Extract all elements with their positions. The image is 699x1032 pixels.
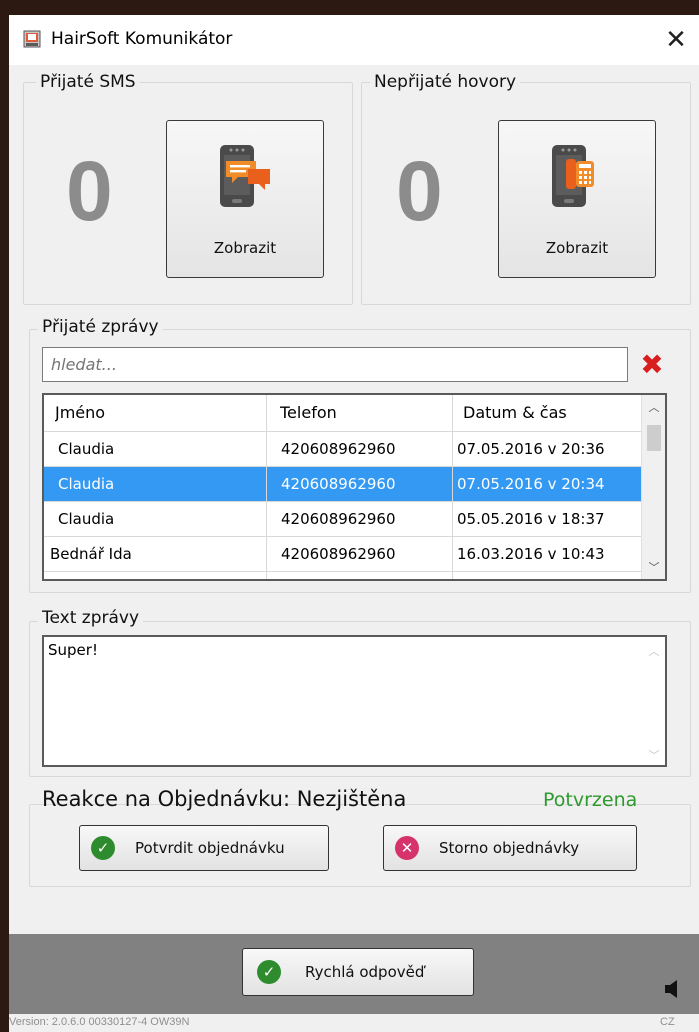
message-text-scrollbar[interactable]: ︿ ﹀: [643, 637, 665, 765]
clear-search-icon[interactable]: ✖: [637, 348, 667, 381]
close-icon[interactable]: ✕: [659, 23, 693, 57]
row-phone: 420608962960: [281, 475, 396, 493]
cancel-circle-icon: ✕: [395, 836, 419, 860]
bottom-bar: ✓ Rychlá odpověď: [9, 934, 699, 1014]
version-text: Version: 2.0.6.0 00330127-4 OW39N: [9, 1016, 190, 1028]
cancel-order-button[interactable]: ✕ Storno objednávky: [383, 825, 637, 871]
check-circle-icon: ✓: [91, 836, 115, 860]
quick-reply-label: Rychlá odpověď: [305, 963, 425, 981]
table-row[interactable]: Claudia 420608962960 07.05.2016 v 20:36: [44, 432, 641, 466]
column-header-name[interactable]: Jméno: [55, 395, 265, 431]
show-sms-button[interactable]: Zobrazit: [166, 120, 324, 278]
messages-group-label: Přijaté zprávy: [38, 317, 163, 337]
calls-count: 0: [396, 144, 443, 238]
window-title: HairSoft Komunikátor: [51, 29, 233, 49]
row-name: Claudia: [58, 440, 115, 458]
message-text-area[interactable]: Super! ︿ ﹀: [42, 635, 667, 767]
table-divider: [44, 571, 641, 572]
table-row[interactable]: Bednář Ida 420608962960 16.03.2016 v 10:…: [44, 537, 641, 571]
scroll-up-icon[interactable]: ︿: [643, 643, 665, 659]
show-calls-button[interactable]: Zobrazit: [498, 120, 656, 278]
row-name: Claudia: [58, 510, 115, 528]
row-phone: 420608962960: [281, 510, 396, 528]
status-bar: Version: 2.0.6.0 00330127-4 OW39N CZ: [9, 1014, 699, 1032]
sms-group-label: Přijaté SMS: [36, 72, 140, 92]
table-row[interactable]: Claudia 420608962960 05.05.2016 v 18:37: [44, 502, 641, 536]
speaker-icon[interactable]: [665, 980, 679, 998]
row-datetime: 16.03.2016 v 10:43: [457, 545, 605, 563]
table-header: Jméno Telefon Datum & čas: [44, 395, 641, 431]
check-circle-icon: ✓: [257, 960, 281, 984]
sms-count: 0: [66, 144, 113, 238]
row-phone: 420608962960: [281, 545, 396, 563]
cancel-order-label: Storno objednávky: [439, 839, 580, 857]
message-text-value: Super!: [48, 641, 98, 659]
calls-group-label: Nepřijaté hovory: [370, 72, 521, 92]
scroll-down-icon[interactable]: ﹀: [642, 559, 665, 575]
message-text-label: Text zprávy: [38, 608, 144, 628]
column-header-phone[interactable]: Telefon: [280, 395, 450, 431]
scroll-down-icon[interactable]: ﹀: [643, 747, 665, 763]
column-divider: [452, 395, 453, 579]
column-divider: [266, 395, 267, 579]
quick-reply-button[interactable]: ✓ Rychlá odpověď: [242, 948, 474, 996]
row-phone: 420608962960: [281, 440, 396, 458]
table-row-selected[interactable]: Claudia 420608962960 07.05.2016 v 20:34: [44, 467, 641, 501]
confirm-order-button[interactable]: ✓ Potvrdit objednávku: [79, 825, 329, 871]
show-sms-label: Zobrazit: [213, 239, 277, 257]
app-logo-icon: [23, 30, 41, 48]
row-datetime: 07.05.2016 v 20:36: [457, 440, 605, 458]
row-datetime: 07.05.2016 v 20:34: [457, 475, 605, 493]
app-window: HairSoft Komunikátor ✕ Přijaté SMS 0 Zob…: [9, 15, 699, 1032]
language-indicator: CZ: [660, 1016, 675, 1028]
scroll-up-icon[interactable]: ︿: [642, 399, 665, 415]
column-header-datetime[interactable]: Datum & čas: [463, 395, 641, 431]
messages-table: Jméno Telefon Datum & čas Claudia 420608…: [42, 393, 667, 581]
scroll-thumb[interactable]: [647, 425, 661, 451]
row-name: Claudia: [58, 475, 115, 493]
table-scrollbar[interactable]: ︿ ﹀: [641, 395, 665, 579]
sms-phone-icon: [220, 145, 270, 207]
search-input[interactable]: [42, 347, 628, 382]
reaction-status: Potvrzena: [543, 789, 638, 811]
missed-call-phone-icon: [552, 145, 594, 207]
confirm-order-label: Potvrdit objednávku: [135, 839, 285, 857]
reaction-label: Reakce na Objednávku: Nezjištěna: [42, 787, 407, 811]
show-calls-label: Zobrazit: [545, 239, 609, 257]
row-name: Bednář Ida: [50, 545, 132, 563]
title-bar: HairSoft Komunikátor ✕: [9, 15, 699, 65]
row-datetime: 05.05.2016 v 18:37: [457, 510, 605, 528]
